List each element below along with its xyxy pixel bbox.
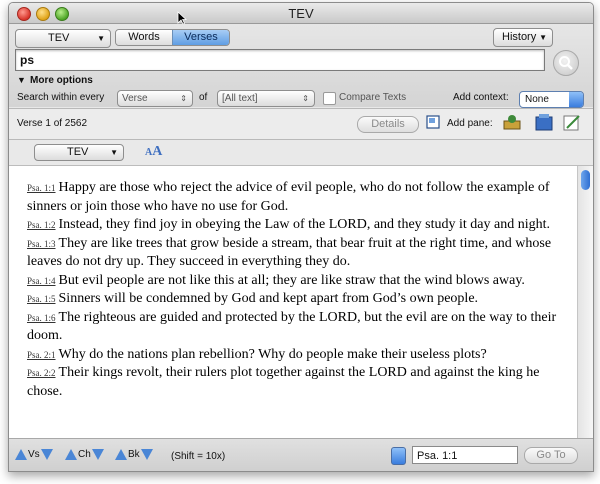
verse-ref-link[interactable]: Psa. 2:2 bbox=[27, 368, 56, 378]
search-unit-value: Verse bbox=[122, 93, 148, 104]
search-unit-popup[interactable]: Verse ⇕ bbox=[117, 90, 193, 107]
words-mode-button[interactable]: Words bbox=[116, 30, 172, 45]
verse-item: Psa. 1:5 Sinners will be condemned by God… bbox=[27, 290, 567, 309]
verse-ref-link[interactable]: Psa. 1:3 bbox=[27, 239, 56, 249]
chevron-updown-icon: ⇕ bbox=[180, 94, 187, 103]
previous-book-icon[interactable] bbox=[115, 449, 127, 460]
verse-item: Psa. 1:2 Instead, they find joy in obeyin… bbox=[27, 216, 567, 235]
navigation-bar: Vs Ch Bk (Shift = 10x) Psa. 1:1 Go To bbox=[9, 438, 593, 471]
verses-mode-button[interactable]: Verses bbox=[172, 30, 229, 45]
search-input[interactable]: ps bbox=[15, 49, 545, 71]
chevron-down-icon: ▼ bbox=[110, 148, 118, 157]
pane-bible-popup[interactable]: TEV ▼ bbox=[34, 144, 124, 161]
verse-item: Psa. 1:4 But evil people are not like thi… bbox=[27, 272, 567, 291]
reference-stepper[interactable] bbox=[391, 447, 406, 465]
verse-ref-link[interactable]: Psa. 1:6 bbox=[27, 313, 56, 323]
of-label: of bbox=[199, 92, 208, 103]
tools-pane-icon[interactable] bbox=[502, 113, 522, 133]
previous-chapter-icon[interactable] bbox=[65, 449, 77, 460]
text-pane-icon[interactable] bbox=[534, 113, 554, 133]
search-range-value: [All text] bbox=[222, 93, 258, 104]
results-info-bar: Verse 1 of 2562 Details Add pane: bbox=[9, 108, 593, 140]
app-window: TEV TEV ▼ Words Verses History ▼ ps ▼ Mo… bbox=[8, 2, 594, 472]
bible-version-popup[interactable]: TEV ▼ bbox=[15, 29, 111, 48]
disclosure-triangle-icon[interactable]: ▼ bbox=[17, 75, 26, 85]
compare-texts-label: Compare Texts bbox=[339, 92, 407, 103]
verse-ref-link[interactable]: Psa. 1:2 bbox=[27, 220, 56, 230]
verse-item: Psa. 1:3 They are like trees that grow be… bbox=[27, 235, 567, 272]
verse-nav-group: Vs bbox=[15, 449, 53, 460]
add-pane-label: Add pane: bbox=[447, 118, 493, 129]
search-button[interactable] bbox=[553, 50, 579, 76]
chapter-nav-group: Ch bbox=[65, 449, 104, 460]
add-context-label: Add context: bbox=[453, 92, 509, 103]
history-popup[interactable]: History ▼ bbox=[493, 28, 553, 47]
compare-texts-checkbox[interactable] bbox=[323, 92, 336, 105]
verse-text: Instead, they find joy in obeying the La… bbox=[58, 217, 550, 232]
verse-ref-link[interactable]: Psa. 2:1 bbox=[27, 350, 56, 360]
book-nav-group: Bk bbox=[115, 449, 153, 460]
chevron-down-icon: ▼ bbox=[97, 34, 105, 43]
next-chapter-icon[interactable] bbox=[91, 449, 104, 460]
chevron-updown-icon: ⇕ bbox=[302, 94, 309, 103]
verse-list: Psa. 1:1 Happy are those who reject the a… bbox=[27, 179, 567, 401]
verse-results-area: Psa. 1:1 Happy are those who reject the a… bbox=[9, 166, 577, 438]
chevron-updown-icon bbox=[569, 92, 583, 107]
search-toolbar: TEV ▼ Words Verses History ▼ ps ▼ More o… bbox=[9, 24, 593, 108]
history-label: History bbox=[502, 31, 537, 43]
verse-text: Happy are those who reject the advice of… bbox=[27, 180, 550, 214]
previous-verse-icon[interactable] bbox=[15, 449, 27, 460]
context-popup[interactable]: None bbox=[519, 91, 584, 108]
font-size-icon[interactable]: AA bbox=[145, 144, 162, 160]
vs-label: Vs bbox=[28, 449, 40, 460]
verse-text: Sinners will be condemned by God and kep… bbox=[58, 291, 479, 306]
context-value: None bbox=[525, 94, 549, 105]
goto-button[interactable]: Go To bbox=[524, 447, 578, 464]
verse-text: The righteous are guided and protected b… bbox=[27, 309, 557, 344]
verse-text: They are like trees that grow beside a s… bbox=[27, 235, 552, 270]
mouse-pointer-icon bbox=[177, 11, 187, 25]
search-within-label: Search within every bbox=[17, 92, 105, 103]
search-range-popup[interactable]: [All text] ⇕ bbox=[217, 90, 315, 107]
verse-ref-link[interactable]: Psa. 1:1 bbox=[27, 183, 56, 193]
window-title: TEV bbox=[288, 6, 314, 21]
vertical-scrollbar[interactable] bbox=[577, 166, 593, 438]
text-pane-header: TEV ▼ AA bbox=[9, 140, 593, 166]
verse-ref-link[interactable]: Psa. 1:4 bbox=[27, 276, 56, 286]
verse-text: But evil people are not like this at all… bbox=[58, 272, 525, 288]
verse-text: Why do the nations plan rebellion? Why d… bbox=[58, 346, 487, 362]
verse-item: Psa. 1:1 Happy are those who reject the a… bbox=[27, 179, 567, 216]
pane-bible-value: TEV bbox=[67, 146, 89, 158]
verse-counter: Verse 1 of 2562 bbox=[17, 118, 88, 129]
search-mode-segmented-control: Words Verses bbox=[115, 29, 230, 46]
window-icon[interactable] bbox=[426, 115, 440, 129]
verse-item: Psa. 2:1 Why do the nations plan rebellio… bbox=[27, 346, 567, 365]
magnifier-icon bbox=[559, 56, 573, 70]
title-bar: TEV bbox=[9, 3, 593, 25]
ch-label: Ch bbox=[78, 449, 91, 460]
chevron-down-icon: ▼ bbox=[539, 33, 547, 42]
bible-version-value: TEV bbox=[48, 32, 70, 44]
next-book-icon[interactable] bbox=[140, 449, 153, 460]
bk-label: Bk bbox=[128, 449, 140, 460]
shift-hint: (Shift = 10x) bbox=[171, 451, 226, 462]
scrollbar-thumb[interactable] bbox=[581, 170, 590, 190]
notes-pane-icon[interactable] bbox=[562, 113, 582, 133]
verse-item: Psa. 1:6 The righteous are guided and pro… bbox=[27, 309, 567, 346]
verse-text: Their kings revolt, their rulers plot to… bbox=[27, 365, 540, 399]
verse-ref-link[interactable]: Psa. 1:5 bbox=[27, 294, 56, 304]
verse-item: Psa. 2:2 Their kings revolt, their rulers… bbox=[27, 364, 567, 401]
next-verse-icon[interactable] bbox=[40, 449, 53, 460]
goto-reference-input[interactable]: Psa. 1:1 bbox=[412, 446, 518, 464]
details-button[interactable]: Details bbox=[357, 116, 419, 133]
more-options-toggle[interactable]: More options bbox=[30, 75, 93, 86]
